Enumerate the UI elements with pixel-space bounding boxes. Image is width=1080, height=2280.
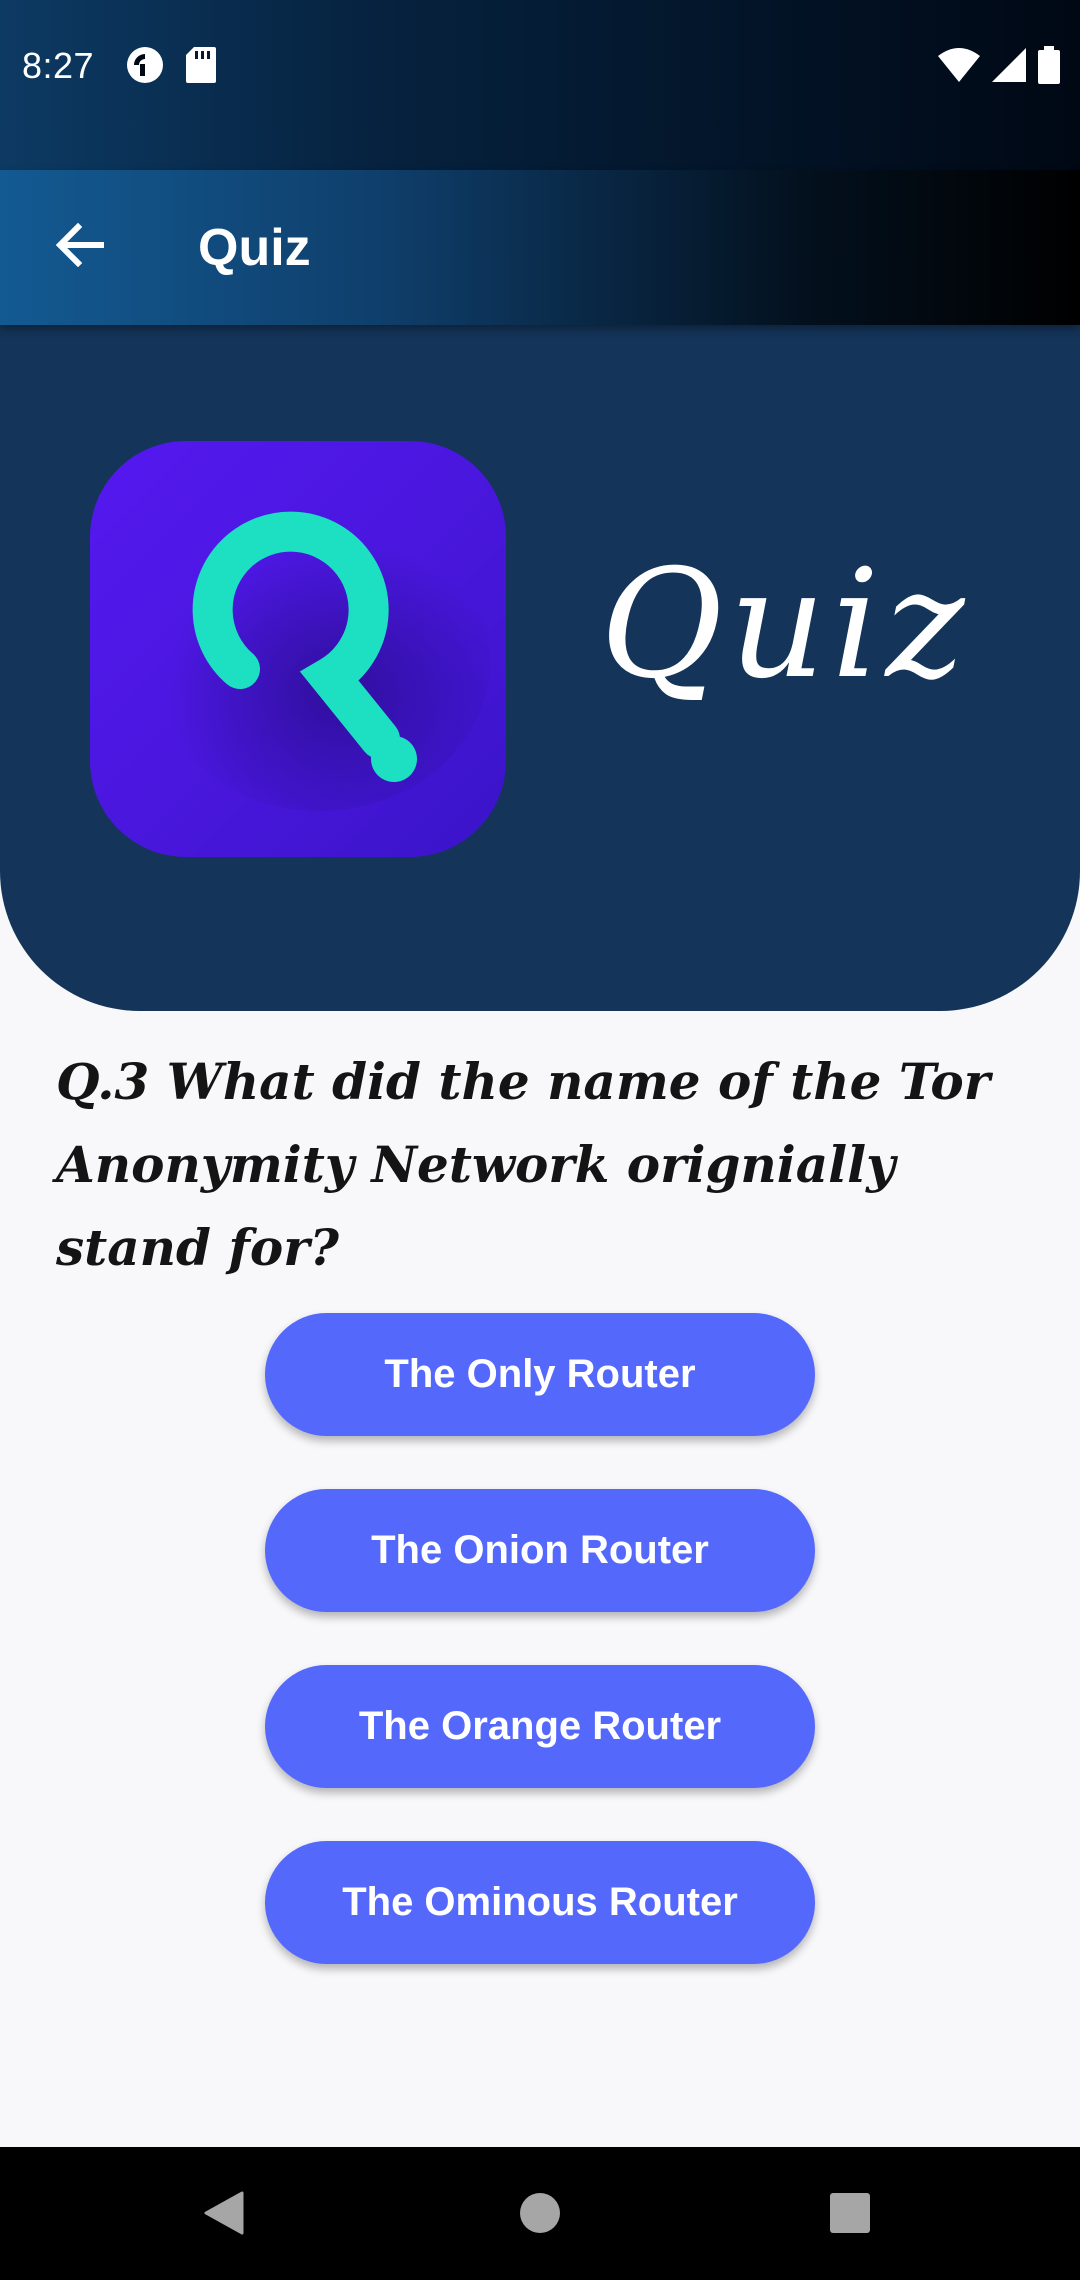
status-bar: 8:27 xyxy=(0,0,1080,170)
status-time: 8:27 xyxy=(22,45,95,86)
nav-back-button[interactable] xyxy=(186,2177,262,2253)
answer-button[interactable]: The Only Router xyxy=(265,1313,815,1436)
app-bar-title: Quiz xyxy=(198,219,311,277)
battery-icon xyxy=(1038,46,1060,89)
answer-button[interactable]: The Orange Router xyxy=(265,1665,815,1788)
back-triangle-icon xyxy=(202,2189,246,2242)
cellular-signal-icon xyxy=(992,48,1026,87)
answer-list: The Only Router The Onion Router The Ora… xyxy=(265,1313,815,2017)
arrow-back-icon xyxy=(54,222,106,272)
answer-button[interactable]: The Ominous Router xyxy=(265,1841,815,1964)
question-text: Q.3 What did the name of the Tor Anonymi… xyxy=(56,1052,991,1277)
answer-button[interactable]: The Onion Router xyxy=(265,1489,815,1612)
banner-title: Quiz xyxy=(600,538,971,712)
nav-home-button[interactable] xyxy=(502,2177,578,2253)
wifi-icon xyxy=(938,48,980,87)
quiz-logo-icon xyxy=(90,441,506,857)
sd-card-icon xyxy=(186,47,216,88)
header-banner: Quiz xyxy=(0,325,1080,1011)
status-right-icons xyxy=(938,46,1060,89)
app-bar: Quiz xyxy=(0,170,1080,325)
home-circle-icon xyxy=(518,2191,562,2240)
nav-recents-button[interactable] xyxy=(812,2177,888,2253)
recents-square-icon xyxy=(829,2192,871,2239)
back-button[interactable] xyxy=(40,207,120,287)
pocket-casts-icon xyxy=(126,46,164,89)
status-left-icons xyxy=(126,46,216,89)
system-nav-bar xyxy=(0,2147,1080,2280)
